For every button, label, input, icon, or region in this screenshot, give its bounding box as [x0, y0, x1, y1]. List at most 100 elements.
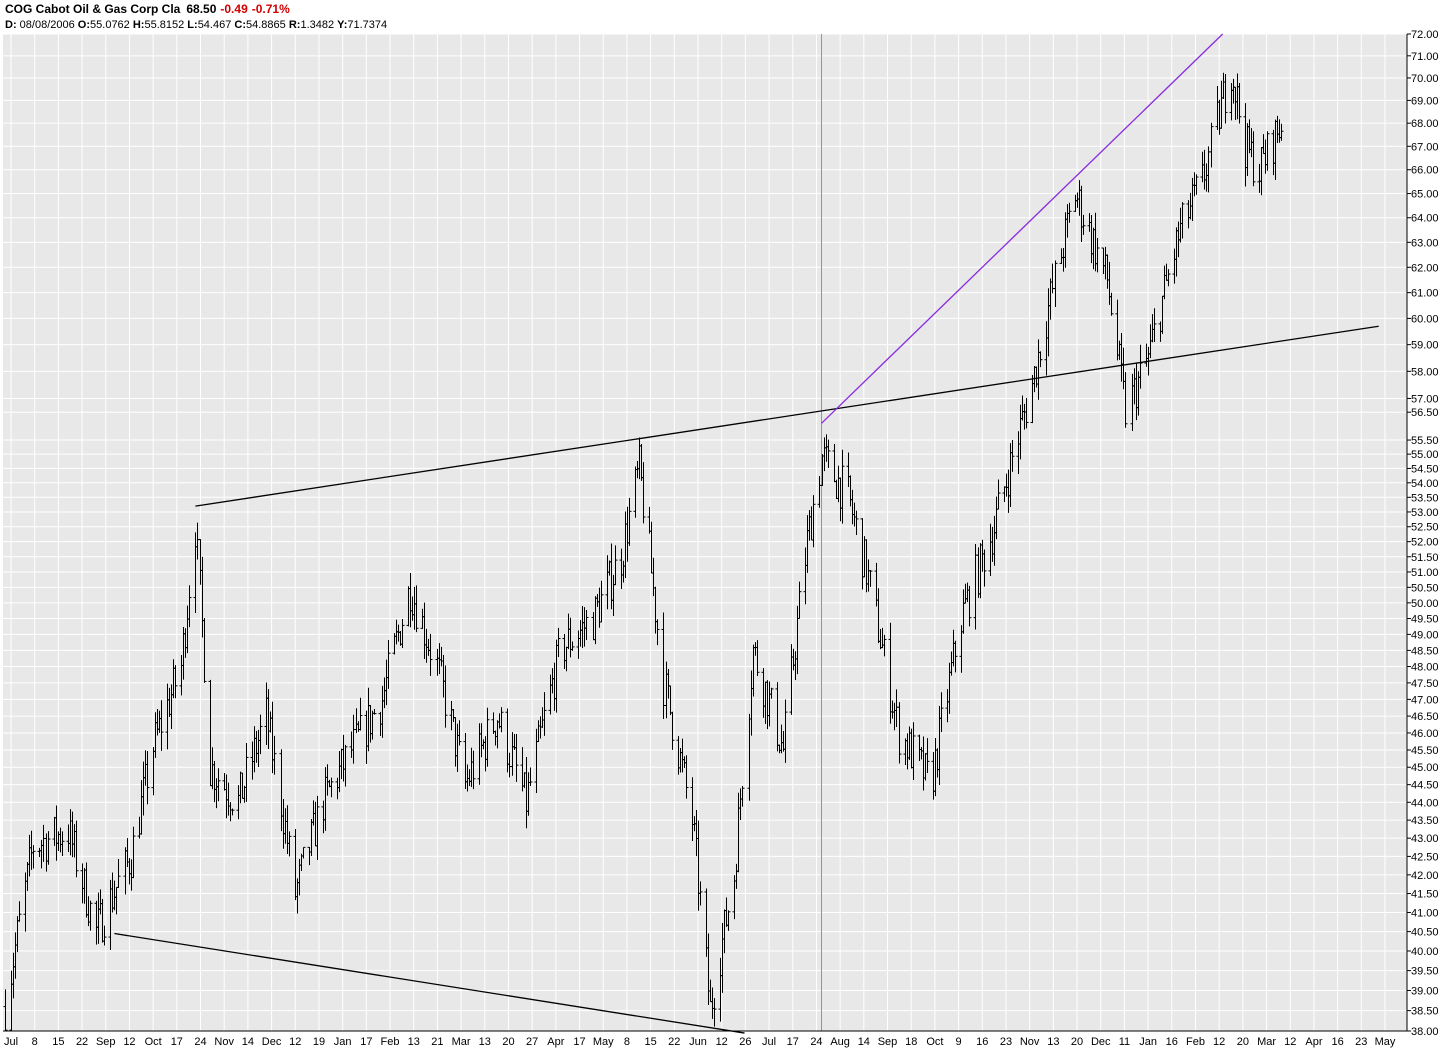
y-tick-label: 70.00 — [1411, 73, 1439, 85]
x-tick-label: 17 — [360, 1036, 372, 1048]
y-tick-label: 50.00 — [1411, 598, 1439, 610]
x-tick-label: Apr — [1305, 1036, 1322, 1048]
x-tick-label: 12 — [289, 1036, 301, 1048]
y-tick-label: 40.00 — [1411, 946, 1439, 958]
x-tick-label: Nov — [1020, 1036, 1040, 1048]
y-tick-label: 46.00 — [1411, 728, 1439, 740]
x-tick-label: 13 — [408, 1036, 420, 1048]
x-tick-label: Apr — [547, 1036, 564, 1048]
x-tick-label: 11 — [1119, 1036, 1130, 1048]
x-tick-label: 20 — [1237, 1036, 1249, 1048]
x-tick-label: 15 — [644, 1036, 656, 1048]
y-tick-label: 41.00 — [1411, 907, 1439, 919]
x-tick-label: Sep — [878, 1036, 898, 1048]
x-tick-label: Dec — [1091, 1036, 1111, 1048]
x-tick-label: 13 — [1047, 1036, 1059, 1048]
x-tick-label: Jan — [334, 1036, 352, 1048]
x-tick-label: 20 — [502, 1036, 514, 1048]
y-tick-label: 51.00 — [1411, 567, 1439, 579]
y-tick-label: 54.00 — [1411, 478, 1439, 490]
x-tick-label: 23 — [1355, 1036, 1367, 1048]
y-tick-label: 66.00 — [1411, 165, 1439, 177]
x-axis: Jul 8 15 22 Sep 12 Oct 17 24 Nov 14 Dec 12 19 Jan 17 Feb… — [3, 1030, 1407, 1048]
x-tick-label: 13 — [479, 1036, 491, 1048]
y-tick-label: 40.50 — [1411, 927, 1439, 939]
x-tick-label: 20 — [1071, 1036, 1083, 1048]
y-tick-label: 50.50 — [1411, 582, 1439, 594]
x-tick-label: 8 — [32, 1036, 38, 1048]
y-tick-label: 38.50 — [1411, 1006, 1439, 1018]
x-tick-label: 8 — [624, 1036, 630, 1048]
x-tick-label: Jun — [689, 1036, 707, 1048]
x-tick-label: 27 — [526, 1036, 538, 1048]
x-tick-label: 12 — [1284, 1036, 1296, 1048]
y-tick-label: 68.00 — [1411, 118, 1439, 130]
y-tick-label: 64.00 — [1411, 213, 1439, 225]
y-tick-label: 43.50 — [1411, 815, 1439, 827]
x-tick-label: 21 — [431, 1036, 443, 1048]
y-tick-label: 62.00 — [1411, 262, 1439, 274]
y-tick-label: 48.00 — [1411, 662, 1439, 674]
y-axis: 38.00 38.50 39.00 39.50 40.00 40.50 41.00 41.50… — [1406, 29, 1439, 1038]
x-tick-label: 23 — [1000, 1036, 1012, 1048]
x-tick-label: 17 — [787, 1036, 799, 1048]
x-tick-label: May — [1375, 1036, 1396, 1048]
y-tick-label: 55.50 — [1411, 435, 1439, 447]
y-tick-label: 58.00 — [1411, 366, 1439, 378]
price-chart[interactable]: 38.00 38.50 39.00 39.50 40.00 40.50 41.00 41.50… — [0, 0, 1442, 1051]
x-tick-label: Jan — [1139, 1036, 1157, 1048]
x-tick-label: Mar — [452, 1036, 471, 1048]
x-tick-label: 14 — [858, 1036, 870, 1048]
y-tick-label: 57.00 — [1411, 393, 1439, 405]
y-tick-label: 55.00 — [1411, 449, 1439, 461]
x-tick-label: 19 — [313, 1036, 325, 1048]
y-tick-label: 60.00 — [1411, 313, 1439, 325]
x-tick-label: 12 — [716, 1036, 728, 1048]
y-tick-label: 52.50 — [1411, 522, 1439, 534]
x-tick-label: 22 — [668, 1036, 680, 1048]
y-tick-label: 45.50 — [1411, 745, 1439, 757]
x-tick-label: 22 — [76, 1036, 88, 1048]
x-tick-label: Nov — [214, 1036, 234, 1048]
x-tick-label: 16 — [1331, 1036, 1343, 1048]
y-tick-label: 42.50 — [1411, 851, 1439, 863]
y-tick-label: 47.50 — [1411, 678, 1439, 690]
y-tick-label: 44.00 — [1411, 797, 1439, 809]
y-tick-label: 46.50 — [1411, 711, 1439, 723]
x-tick-label: 15 — [52, 1036, 64, 1048]
y-tick-label: 52.00 — [1411, 537, 1439, 549]
y-tick-label: 38.00 — [1411, 1026, 1439, 1038]
x-tick-label: Oct — [145, 1036, 162, 1048]
x-tick-label: Aug — [830, 1036, 850, 1048]
y-tick-label: 51.50 — [1411, 552, 1439, 564]
y-tick-label: 49.00 — [1411, 629, 1439, 641]
y-tick-label: 43.00 — [1411, 833, 1439, 845]
x-tick-label: 12 — [1213, 1036, 1225, 1048]
x-tick-label: 17 — [171, 1036, 183, 1048]
y-tick-label: 41.50 — [1411, 889, 1439, 901]
y-tick-label: 72.00 — [1411, 29, 1439, 41]
y-tick-label: 47.00 — [1411, 694, 1439, 706]
x-tick-label: Feb — [381, 1036, 400, 1048]
y-tick-label: 54.50 — [1411, 463, 1439, 475]
x-tick-label: 16 — [1166, 1036, 1178, 1048]
y-tick-label: 69.00 — [1411, 95, 1439, 107]
y-tick-label: 59.00 — [1411, 340, 1439, 352]
x-tick-label: Oct — [926, 1036, 943, 1048]
x-tick-label: 17 — [573, 1036, 585, 1048]
y-tick-label: 61.00 — [1411, 288, 1439, 300]
y-tick-label: 48.50 — [1411, 645, 1439, 657]
y-tick-label: 42.00 — [1411, 870, 1439, 882]
x-tick-label: Feb — [1186, 1036, 1205, 1048]
y-tick-label: 53.00 — [1411, 507, 1439, 519]
x-tick-label: 14 — [242, 1036, 254, 1048]
x-tick-label: 9 — [956, 1036, 962, 1048]
x-tick-label: May — [593, 1036, 614, 1048]
y-tick-label: 49.50 — [1411, 614, 1439, 626]
x-tick-label: Jul — [4, 1036, 18, 1048]
x-tick-label: 24 — [810, 1036, 822, 1048]
x-tick-label: 16 — [976, 1036, 988, 1048]
y-tick-label: 39.50 — [1411, 966, 1439, 978]
x-tick-label: 12 — [123, 1036, 135, 1048]
y-tick-label: 71.00 — [1411, 51, 1439, 63]
